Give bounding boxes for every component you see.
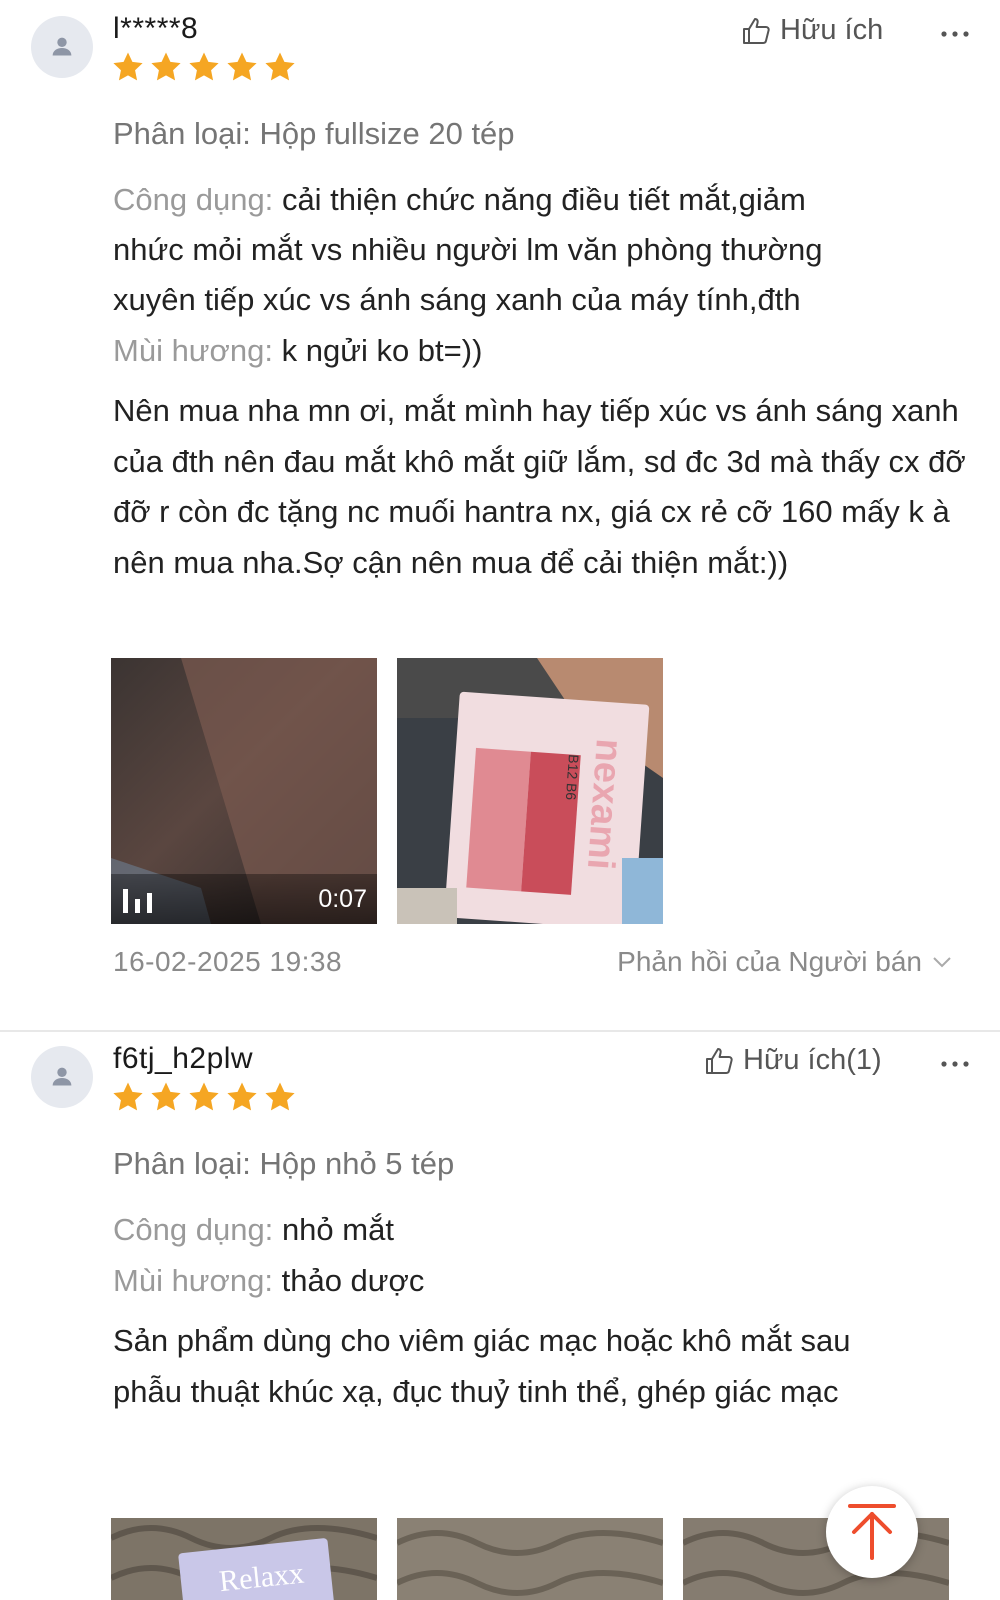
video-duration: 0:07 — [318, 884, 367, 913]
review-image[interactable]: nexami B12 B6 — [397, 658, 663, 924]
attr-scent: Mùi hương: k ngửi ko bt=)) — [113, 333, 482, 369]
user-icon — [47, 1062, 77, 1092]
product-photo — [397, 1518, 663, 1600]
rating-stars — [111, 1080, 297, 1114]
helpful-button[interactable]: Hữu ích(1) — [703, 1044, 882, 1077]
thumbs-up-icon — [703, 1045, 735, 1077]
helpful-label: Hữu ích — [780, 14, 884, 46]
review-text: Nên mua nha mn ơi, mắt mình hay tiếp xúc… — [113, 393, 966, 580]
star-icon — [263, 1080, 297, 1114]
attr-usage-value: nhỏ mắt — [281, 1212, 394, 1247]
reviewer-name: f6tj_h2plw — [113, 1042, 254, 1075]
attr-usage-key: Công dụng: — [113, 1212, 274, 1247]
thumbs-up-icon — [740, 15, 772, 47]
star-icon — [149, 50, 183, 84]
reviewer-name: l*****8 — [113, 12, 199, 45]
star-icon — [225, 50, 259, 84]
seller-reply-label: Phản hồi của Người bán — [617, 946, 922, 977]
helpful-button[interactable]: Hữu ích — [740, 14, 883, 47]
seller-reply-toggle[interactable]: Phản hồi của Người bán — [617, 946, 952, 978]
review-image[interactable]: Relaxx — [111, 1518, 377, 1600]
user-icon — [47, 32, 77, 62]
more-dots-icon — [938, 24, 972, 44]
avatar[interactable] — [31, 1046, 93, 1108]
video-icon — [123, 889, 152, 913]
more-options-button[interactable] — [938, 24, 972, 44]
helpful-label: Hữu ích(1) — [743, 1044, 882, 1076]
chevron-down-icon — [933, 957, 951, 968]
video-bar: 0:07 — [111, 874, 377, 924]
box-vitamin-text: B12 B6 — [563, 754, 582, 801]
attr-usage-value: cải thiện chức năng điều tiết mắt,giảm — [281, 182, 806, 217]
review-video-thumbnail[interactable]: 0:07 — [111, 658, 377, 924]
review-card: l*****8 Hữu ích Phân loại: Hộp fullsize … — [0, 0, 1000, 1030]
review-date: 16-02-2025 19:38 — [113, 946, 343, 977]
star-icon — [263, 50, 297, 84]
variation-label: Phân loại: Hộp fullsize 20 tép — [113, 116, 515, 151]
scroll-to-top-button[interactable] — [826, 1486, 918, 1578]
star-icon — [187, 50, 221, 84]
star-icon — [225, 1080, 259, 1114]
product-photo: Relaxx — [111, 1518, 377, 1600]
arrow-up-icon — [848, 1504, 896, 1560]
attr-usage-line: nhức mỏi mắt vs nhiều người lm văn phòng… — [113, 232, 823, 267]
more-dots-icon — [938, 1054, 972, 1074]
more-options-button[interactable] — [938, 1054, 972, 1074]
star-icon — [149, 1080, 183, 1114]
review-image[interactable] — [397, 1518, 663, 1600]
attr-usage: Công dụng: cải thiện chức năng điều tiết… — [113, 182, 806, 218]
variation-label: Phân loại: Hộp nhỏ 5 tép — [113, 1146, 455, 1181]
attr-scent-key: Mùi hương: — [113, 333, 273, 368]
attr-usage: Công dụng: nhỏ mắt — [113, 1212, 394, 1248]
star-icon — [111, 1080, 145, 1114]
star-icon — [187, 1080, 221, 1114]
avatar[interactable] — [31, 16, 93, 78]
attr-scent-value: k ngửi ko bt=)) — [281, 333, 483, 368]
rating-stars — [111, 50, 297, 84]
star-icon — [111, 50, 145, 84]
product-photo: nexami B12 B6 — [397, 658, 663, 924]
attr-scent-key: Mùi hương: — [113, 1263, 273, 1298]
attr-usage-key: Công dụng: — [113, 182, 274, 217]
attr-scent: Mùi hương: thảo dược — [113, 1263, 424, 1299]
review-text: Sản phẩm dùng cho viêm giác mạc hoặc khô… — [113, 1323, 851, 1409]
attr-usage-line: xuyên tiếp xúc vs ánh sáng xanh của máy … — [113, 282, 801, 317]
attr-scent-value: thảo dược — [281, 1263, 425, 1298]
